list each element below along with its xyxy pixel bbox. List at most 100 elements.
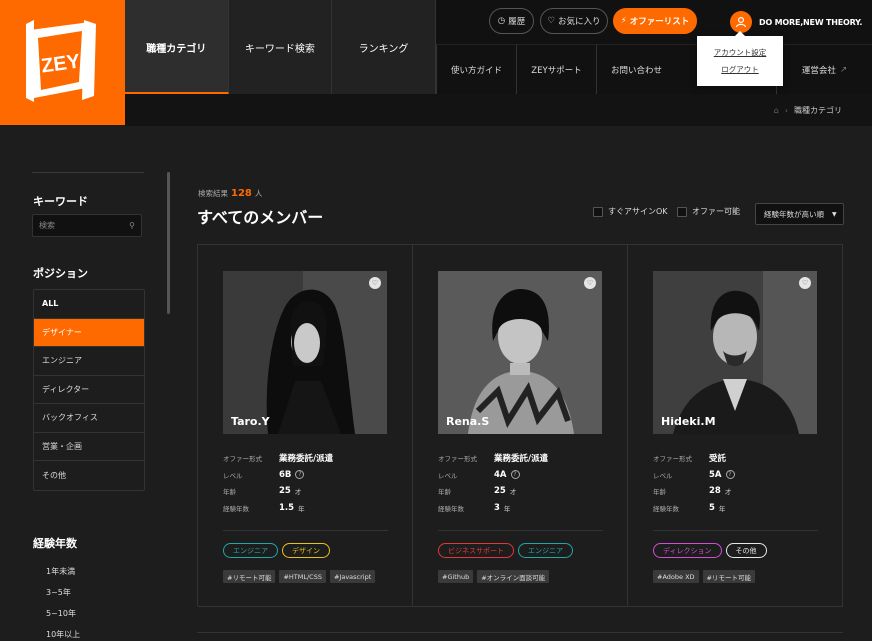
zey-logo[interactable]: ZEY	[0, 0, 125, 125]
heart-icon[interactable]: ♡	[369, 277, 381, 289]
checkbox[interactable]	[593, 206, 603, 217]
position-sales[interactable]: 営業・企画	[34, 433, 144, 461]
favorites-button[interactable]: ♡ お気に入り	[540, 8, 608, 34]
question-icon[interactable]: ?	[510, 470, 520, 480]
main-nav: 職種カテゴリ キーワード検索 ランキング	[125, 0, 436, 94]
result-label: 検索結果	[198, 189, 228, 198]
hashtag[interactable]: #オンライン面談可能	[477, 570, 550, 583]
age-unit: 才	[724, 488, 732, 497]
member-photo: ♡ Taro.Y	[223, 271, 387, 434]
subnav-contact[interactable]: お問い合わせ	[596, 45, 676, 95]
heart-icon[interactable]: ♡	[584, 277, 596, 289]
position-other[interactable]: その他	[34, 461, 144, 490]
search-input[interactable]: 検索 ⚲	[32, 214, 142, 237]
offer-list-button[interactable]: ⚡ オファーリスト	[613, 8, 697, 34]
age-value: 25 才	[279, 486, 301, 496]
hashtag[interactable]: #Javascript	[329, 570, 376, 583]
offer-form-value: 受託	[709, 454, 727, 465]
age-value: 25 才	[494, 486, 516, 496]
exp-value: 1.5 年	[279, 503, 305, 513]
history-label: 履歴	[508, 17, 526, 27]
question-icon[interactable]: ?	[725, 470, 735, 480]
tab-keyword-search[interactable]: キーワード検索	[228, 0, 333, 94]
skill-tag[interactable]: ビジネスサポート	[438, 543, 514, 558]
age-value: 28 才	[709, 486, 731, 496]
position-director[interactable]: ディレクター	[34, 376, 144, 404]
tab-ranking[interactable]: ランキング	[332, 0, 436, 94]
spec-label: レベル	[653, 471, 673, 480]
position-all[interactable]: ALL	[34, 290, 144, 319]
position-engineer[interactable]: エンジニア	[34, 347, 144, 376]
position-backoffice[interactable]: バックオフィス	[34, 404, 144, 433]
skill-tags: ビジネスサポート エンジニア	[438, 543, 573, 558]
grid-bottom-divider	[197, 632, 843, 633]
member-name: Rena.S	[446, 415, 490, 428]
member-card[interactable]: ♡ Taro.Y オファー形式 業務委託/派遣 レベル 6B? 年齢 25 才 経験年数…	[198, 245, 413, 607]
skill-tag[interactable]: デザイン	[282, 543, 330, 558]
history-button[interactable]: ◷ 履歴	[489, 8, 534, 34]
logout-link[interactable]: ログアウト	[721, 64, 759, 75]
member-grid: ♡ Taro.Y オファー形式 業務委託/派遣 レベル 6B? 年齢 25 才 経験年数…	[197, 244, 843, 607]
member-card[interactable]: ♡ Hideki.M オファー形式 受託 レベル 5A? 年齢 28 才 経験年数 5 年 …	[628, 245, 843, 607]
hashtag[interactable]: #リモート可能	[702, 570, 755, 583]
skill-tag[interactable]: その他	[725, 543, 767, 558]
hashtag[interactable]: #Github	[438, 570, 474, 583]
level-text: 6B	[279, 469, 292, 480]
year-under-1[interactable]: 1年未満	[46, 566, 80, 587]
checkbox[interactable]	[677, 206, 687, 217]
sort-value: 経験年数が高い順	[764, 209, 824, 219]
tab-job-category[interactable]: 職種カテゴリ	[125, 0, 229, 94]
search-placeholder: 検索	[39, 221, 55, 230]
spec-label: 経験年数	[223, 504, 249, 513]
subnav-company[interactable]: 運営会社 ↗	[776, 45, 872, 95]
member-card[interactable]: ♡ Rena.S オファー形式 業務委託/派遣 レベル 4A? 年齢 25 才 経験年数…	[413, 245, 628, 607]
filter-offer-label: オファー可能	[692, 207, 740, 216]
user-icon	[735, 16, 747, 28]
member-specs: オファー形式 業務委託/派遣 レベル 4A? 年齢 25 才 経験年数 3 年	[438, 450, 603, 516]
sort-select[interactable]: 経験年数が高い順 ▼	[755, 203, 844, 225]
hashtag[interactable]: #HTML/CSS	[279, 570, 326, 583]
filter-offer-ok[interactable]: オファー可能	[677, 206, 740, 217]
question-icon[interactable]: ?	[295, 470, 305, 480]
year-10-plus[interactable]: 10年以上	[46, 629, 80, 641]
hashtag[interactable]: #リモート可能	[223, 570, 276, 583]
home-icon[interactable]: ⌂	[774, 106, 779, 115]
hashtag[interactable]: #Adobe XD	[653, 570, 699, 583]
skill-tags: ディレクション その他	[653, 543, 767, 558]
experience-list: 1年未満 3~5年 5~10年 10年以上	[46, 566, 80, 641]
member-specs: オファー形式 受託 レベル 5A? 年齢 28 才 経験年数 5 年	[653, 450, 818, 516]
year-3-5[interactable]: 3~5年	[46, 587, 80, 608]
result-unit: 人	[254, 189, 263, 198]
account-avatar[interactable]	[730, 11, 752, 33]
company-label: 運営会社	[801, 66, 836, 76]
skill-tags: エンジニア デザイン	[223, 543, 330, 558]
age-unit: 才	[294, 488, 302, 497]
subnav-support[interactable]: ZEYサポート	[516, 45, 596, 95]
age-text: 25	[279, 486, 291, 497]
subnav-guide[interactable]: 使い方ガイド	[436, 45, 516, 95]
member-name: Taro.Y	[231, 415, 270, 428]
position-designer[interactable]: デザイナー	[34, 318, 144, 347]
filter-assign-ok[interactable]: すぐアサインOK	[593, 206, 668, 217]
offer-list-label: オファーリスト	[629, 17, 690, 27]
skill-tag[interactable]: ディレクション	[653, 543, 722, 558]
account-settings-link[interactable]: アカウント設定	[714, 47, 767, 58]
hashtags: #Adobe XD #リモート可能	[653, 570, 755, 583]
member-photo: ♡ Rena.S	[438, 271, 602, 434]
heart-icon[interactable]: ♡	[799, 277, 811, 289]
spec-label: オファー形式	[438, 455, 477, 464]
member-name: Hideki.M	[661, 415, 716, 428]
year-5-10[interactable]: 5~10年	[46, 608, 80, 629]
favorites-label: お気に入り	[558, 17, 601, 27]
result-number: 128	[231, 188, 252, 199]
age-unit: 才	[509, 488, 517, 497]
age-text: 28	[709, 486, 721, 497]
level-text: 5A	[709, 469, 722, 480]
exp-unit: 年	[298, 504, 305, 513]
offer-form-value: 業務委託/派遣	[494, 454, 549, 465]
skill-tag[interactable]: エンジニア	[518, 543, 573, 558]
sidebar-scrollbar[interactable]	[167, 172, 170, 314]
sidebar-divider	[32, 172, 144, 173]
level-value: 6B?	[279, 469, 305, 480]
skill-tag[interactable]: エンジニア	[223, 543, 278, 558]
